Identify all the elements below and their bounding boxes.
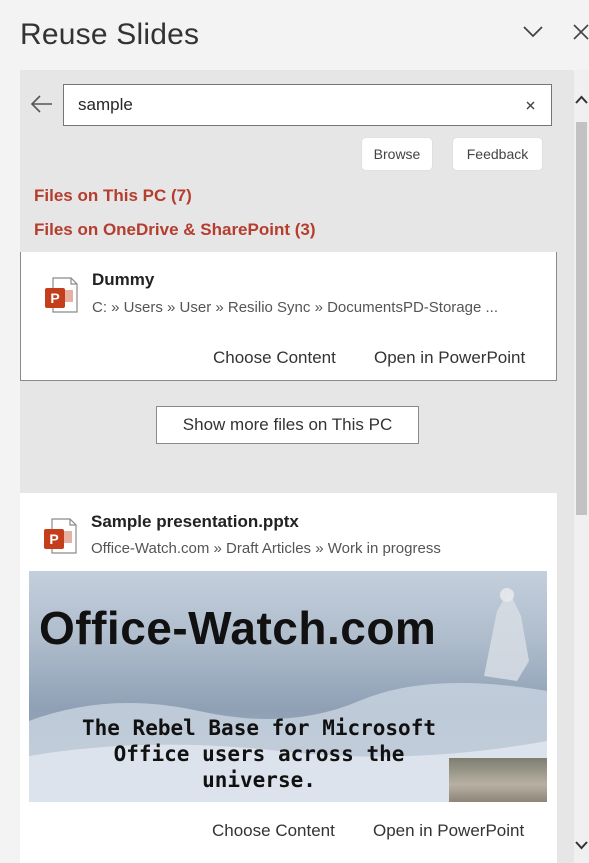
- svg-text:P: P: [49, 531, 58, 547]
- show-more-files-button[interactable]: Show more files on This PC: [156, 406, 419, 444]
- result-card[interactable]: P Dummy C: » Users » User » Resilio Sync…: [20, 252, 557, 381]
- file-name: Sample presentation.pptx: [91, 512, 299, 531]
- search-box: [63, 84, 552, 126]
- clear-icon[interactable]: [523, 97, 539, 113]
- svg-text:P: P: [50, 290, 59, 306]
- result-card[interactable]: P Sample presentation.pptx Office-Watch.…: [20, 493, 557, 863]
- scroll-thumb[interactable]: [576, 122, 587, 515]
- scroll-down-icon[interactable]: [575, 838, 588, 851]
- back-arrow-icon[interactable]: [30, 94, 54, 114]
- thumbnail-subtitle-line: The Rebel Base for Microsoft: [81, 716, 436, 740]
- scroll-up-icon[interactable]: [575, 94, 588, 107]
- thumbnail-subtitle: The Rebel Base for Microsoft Office user…: [59, 715, 459, 793]
- thumbnail-subtitle-line: Office users across the universe.: [113, 742, 405, 792]
- choose-content-button[interactable]: Choose Content: [213, 348, 336, 368]
- thumbnail-title: Office-Watch.com: [39, 602, 437, 654]
- scrollbar[interactable]: [574, 70, 589, 863]
- reuse-slides-pane: Browse Feedback Files on This PC (7) Fil…: [20, 70, 574, 863]
- open-in-powerpoint-button[interactable]: Open in PowerPoint: [374, 348, 525, 368]
- feedback-button[interactable]: Feedback: [453, 138, 542, 170]
- file-path: C: » Users » User » Resilio Sync » Docum…: [92, 299, 498, 316]
- search-area: Browse Feedback Files on This PC (7) Fil…: [20, 70, 574, 252]
- files-on-onedrive-link[interactable]: Files on OneDrive & SharePoint (3): [34, 220, 316, 240]
- search-input[interactable]: [78, 85, 518, 125]
- powerpoint-file-icon: P: [43, 276, 79, 316]
- files-on-this-pc-link[interactable]: Files on This PC (7): [34, 186, 192, 206]
- powerpoint-file-icon: P: [42, 517, 78, 557]
- close-icon[interactable]: [566, 16, 589, 46]
- choose-content-button[interactable]: Choose Content: [212, 821, 335, 841]
- browse-button[interactable]: Browse: [362, 138, 432, 170]
- slide-thumbnail[interactable]: Office-Watch.com The Rebel Base for Micr…: [29, 571, 547, 802]
- webcam-overlay: [449, 758, 547, 802]
- pane-title: Reuse Slides: [20, 18, 200, 51]
- file-path: Office-Watch.com » Draft Articles » Work…: [91, 540, 441, 557]
- chevron-down-icon[interactable]: [518, 16, 548, 46]
- open-in-powerpoint-button[interactable]: Open in PowerPoint: [373, 821, 524, 841]
- file-name: Dummy: [92, 270, 155, 289]
